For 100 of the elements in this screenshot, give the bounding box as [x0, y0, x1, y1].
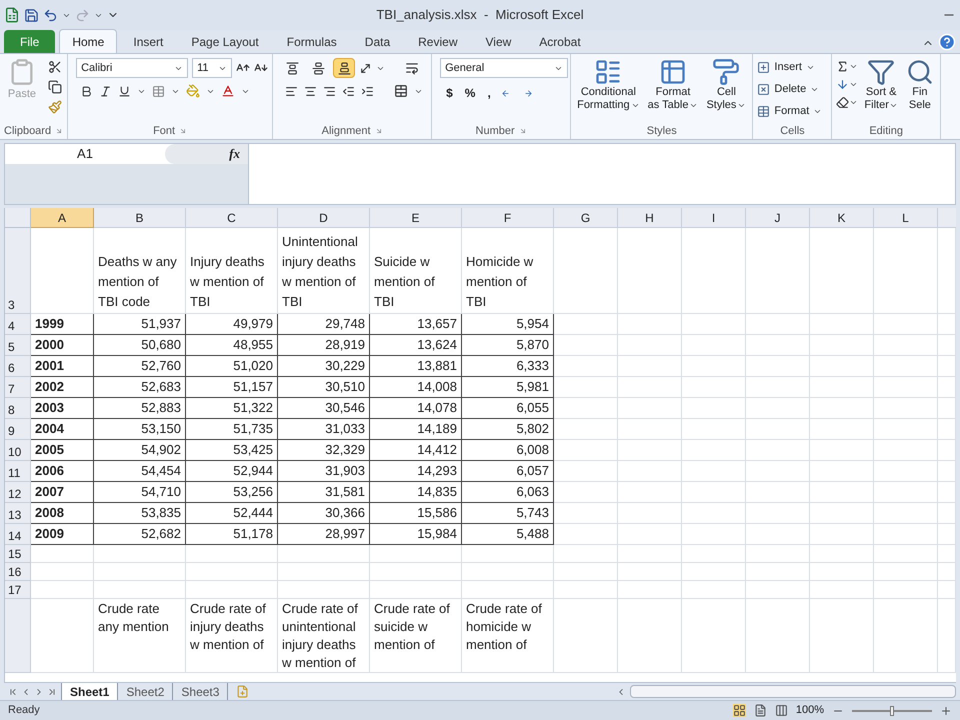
number-format-button[interactable]: ,: [485, 84, 493, 102]
zoom-slider-thumb[interactable]: [890, 706, 894, 716]
column-header[interactable]: H: [618, 208, 682, 228]
cells-button[interactable]: Format: [757, 102, 828, 120]
row-header[interactable]: 17: [5, 581, 31, 599]
font-name-dropdown[interactable]: Calibri: [76, 58, 188, 78]
column-header[interactable]: L: [874, 208, 938, 228]
column-header[interactable]: C: [186, 208, 278, 228]
column-header[interactable]: A: [31, 208, 94, 228]
dialog-launcher-icon[interactable]: [518, 127, 527, 135]
row-header[interactable]: 12: [5, 482, 31, 503]
editing-button[interactable]: Sort & Filter: [862, 58, 900, 112]
page-break-view-icon[interactable]: [774, 704, 788, 717]
autosum-icon[interactable]: [836, 60, 850, 73]
styles-button[interactable]: Format as Table: [646, 58, 700, 112]
editing-button[interactable]: Fin Sele: [904, 58, 936, 112]
wrap-text-icon[interactable]: [405, 61, 420, 75]
horizontal-scrollbar[interactable]: [630, 685, 956, 698]
bold-icon[interactable]: [80, 84, 94, 98]
normal-view-icon[interactable]: [732, 704, 746, 717]
sheet-tab[interactable]: Sheet1: [61, 682, 118, 700]
row-header[interactable]: 8: [5, 398, 31, 419]
column-header[interactable]: B: [94, 208, 186, 228]
zoom-level[interactable]: 100%: [796, 702, 824, 719]
column-header[interactable]: E: [370, 208, 462, 228]
empty-cell: [554, 503, 618, 524]
ribbon-tab[interactable]: View: [474, 30, 524, 53]
column-header[interactable]: J: [746, 208, 810, 228]
column-header[interactable]: I: [682, 208, 746, 228]
row-header[interactable]: 9: [5, 419, 31, 440]
column-header[interactable]: D: [278, 208, 370, 228]
file-tab[interactable]: File: [4, 30, 56, 53]
cells-button[interactable]: Delete: [757, 80, 828, 98]
font-color-icon[interactable]: [221, 84, 236, 98]
font-size-dropdown[interactable]: 11: [192, 58, 232, 78]
group-label: Number: [476, 124, 515, 139]
row-header[interactable]: 3: [5, 228, 31, 314]
number-format-button[interactable]: $: [444, 84, 455, 102]
row-header[interactable]: 13: [5, 503, 31, 524]
number-format-dropdown[interactable]: General: [440, 58, 568, 78]
number-cell: 5,954: [462, 314, 554, 335]
row-header[interactable]: 4: [5, 314, 31, 335]
row-header[interactable]: 6: [5, 356, 31, 377]
undo-icon[interactable]: [43, 8, 58, 22]
format-painter-icon[interactable]: [48, 100, 62, 114]
styles-button[interactable]: Conditional Formatting: [575, 58, 642, 112]
align-right-icon[interactable]: [323, 84, 336, 98]
cut-icon[interactable]: [48, 60, 62, 74]
last-sheet-icon[interactable]: [47, 686, 57, 696]
number-cell: 14,835: [370, 482, 462, 503]
dialog-launcher-icon[interactable]: [179, 127, 188, 135]
copy-icon[interactable]: [48, 80, 62, 94]
column-header[interactable]: K: [810, 208, 874, 228]
save-icon[interactable]: [24, 8, 39, 22]
fill-icon[interactable]: [836, 78, 850, 91]
empty-cell: [682, 356, 746, 377]
dialog-launcher-icon[interactable]: [374, 127, 383, 135]
styles-button[interactable]: Cell Styles: [704, 58, 748, 112]
borders-icon[interactable]: [152, 84, 166, 98]
row-header[interactable]: 5: [5, 335, 31, 356]
ribbon-tab[interactable]: Page Layout: [179, 30, 271, 53]
italic-icon[interactable]: [99, 84, 112, 98]
align-center-icon[interactable]: [304, 84, 318, 98]
help-icon[interactable]: [938, 33, 956, 51]
ribbon-tab[interactable]: Formulas: [274, 30, 349, 53]
empty-cell: [618, 314, 682, 335]
zoom-in-icon[interactable]: [940, 704, 952, 716]
ribbon-tab[interactable]: Insert: [121, 30, 176, 53]
number-cell: 13,624: [370, 335, 462, 356]
clear-icon[interactable]: [836, 96, 850, 109]
dialog-launcher-icon[interactable]: [55, 127, 64, 135]
page-layout-view-icon[interactable]: [754, 704, 767, 717]
align-left-icon[interactable]: [285, 84, 298, 98]
row-header[interactable]: 16: [5, 563, 31, 581]
orientation-icon[interactable]: [359, 62, 372, 74]
number-cell: 54,902: [94, 440, 186, 461]
row-header[interactable]: 15: [5, 545, 31, 563]
column-heading-cell: Crude rate of unintentional injury deaths w mention of: [278, 599, 370, 673]
merge-cells-icon[interactable]: [394, 84, 408, 98]
ribbon-tab[interactable]: Acrobat: [527, 30, 593, 53]
decrease-indent-icon[interactable]: [342, 84, 356, 98]
column-header[interactable]: G: [554, 208, 618, 228]
ribbon-tab[interactable]: Home: [59, 29, 118, 53]
number-format-button[interactable]: %: [462, 84, 478, 102]
empty-cell: [682, 314, 746, 335]
row-header[interactable]: 10: [5, 440, 31, 461]
ribbon-tab[interactable]: Data: [352, 30, 402, 53]
first-sheet-icon[interactable]: [8, 686, 18, 696]
row-header[interactable]: 11: [5, 461, 31, 482]
increase-indent-icon[interactable]: [361, 84, 374, 98]
underline-icon[interactable]: [118, 84, 132, 98]
ribbon-tab[interactable]: Review: [406, 30, 470, 53]
column-header[interactable]: F: [462, 208, 554, 228]
cells-button[interactable]: Insert: [757, 58, 828, 76]
vertical-align-button[interactable]: [333, 58, 356, 78]
spreadsheet-app-icon[interactable]: [4, 7, 20, 23]
number-cell: 31,033: [278, 419, 370, 440]
row-header[interactable]: 14: [5, 524, 31, 545]
row-header[interactable]: 7: [5, 377, 31, 398]
fill-color-icon[interactable]: [186, 84, 200, 98]
